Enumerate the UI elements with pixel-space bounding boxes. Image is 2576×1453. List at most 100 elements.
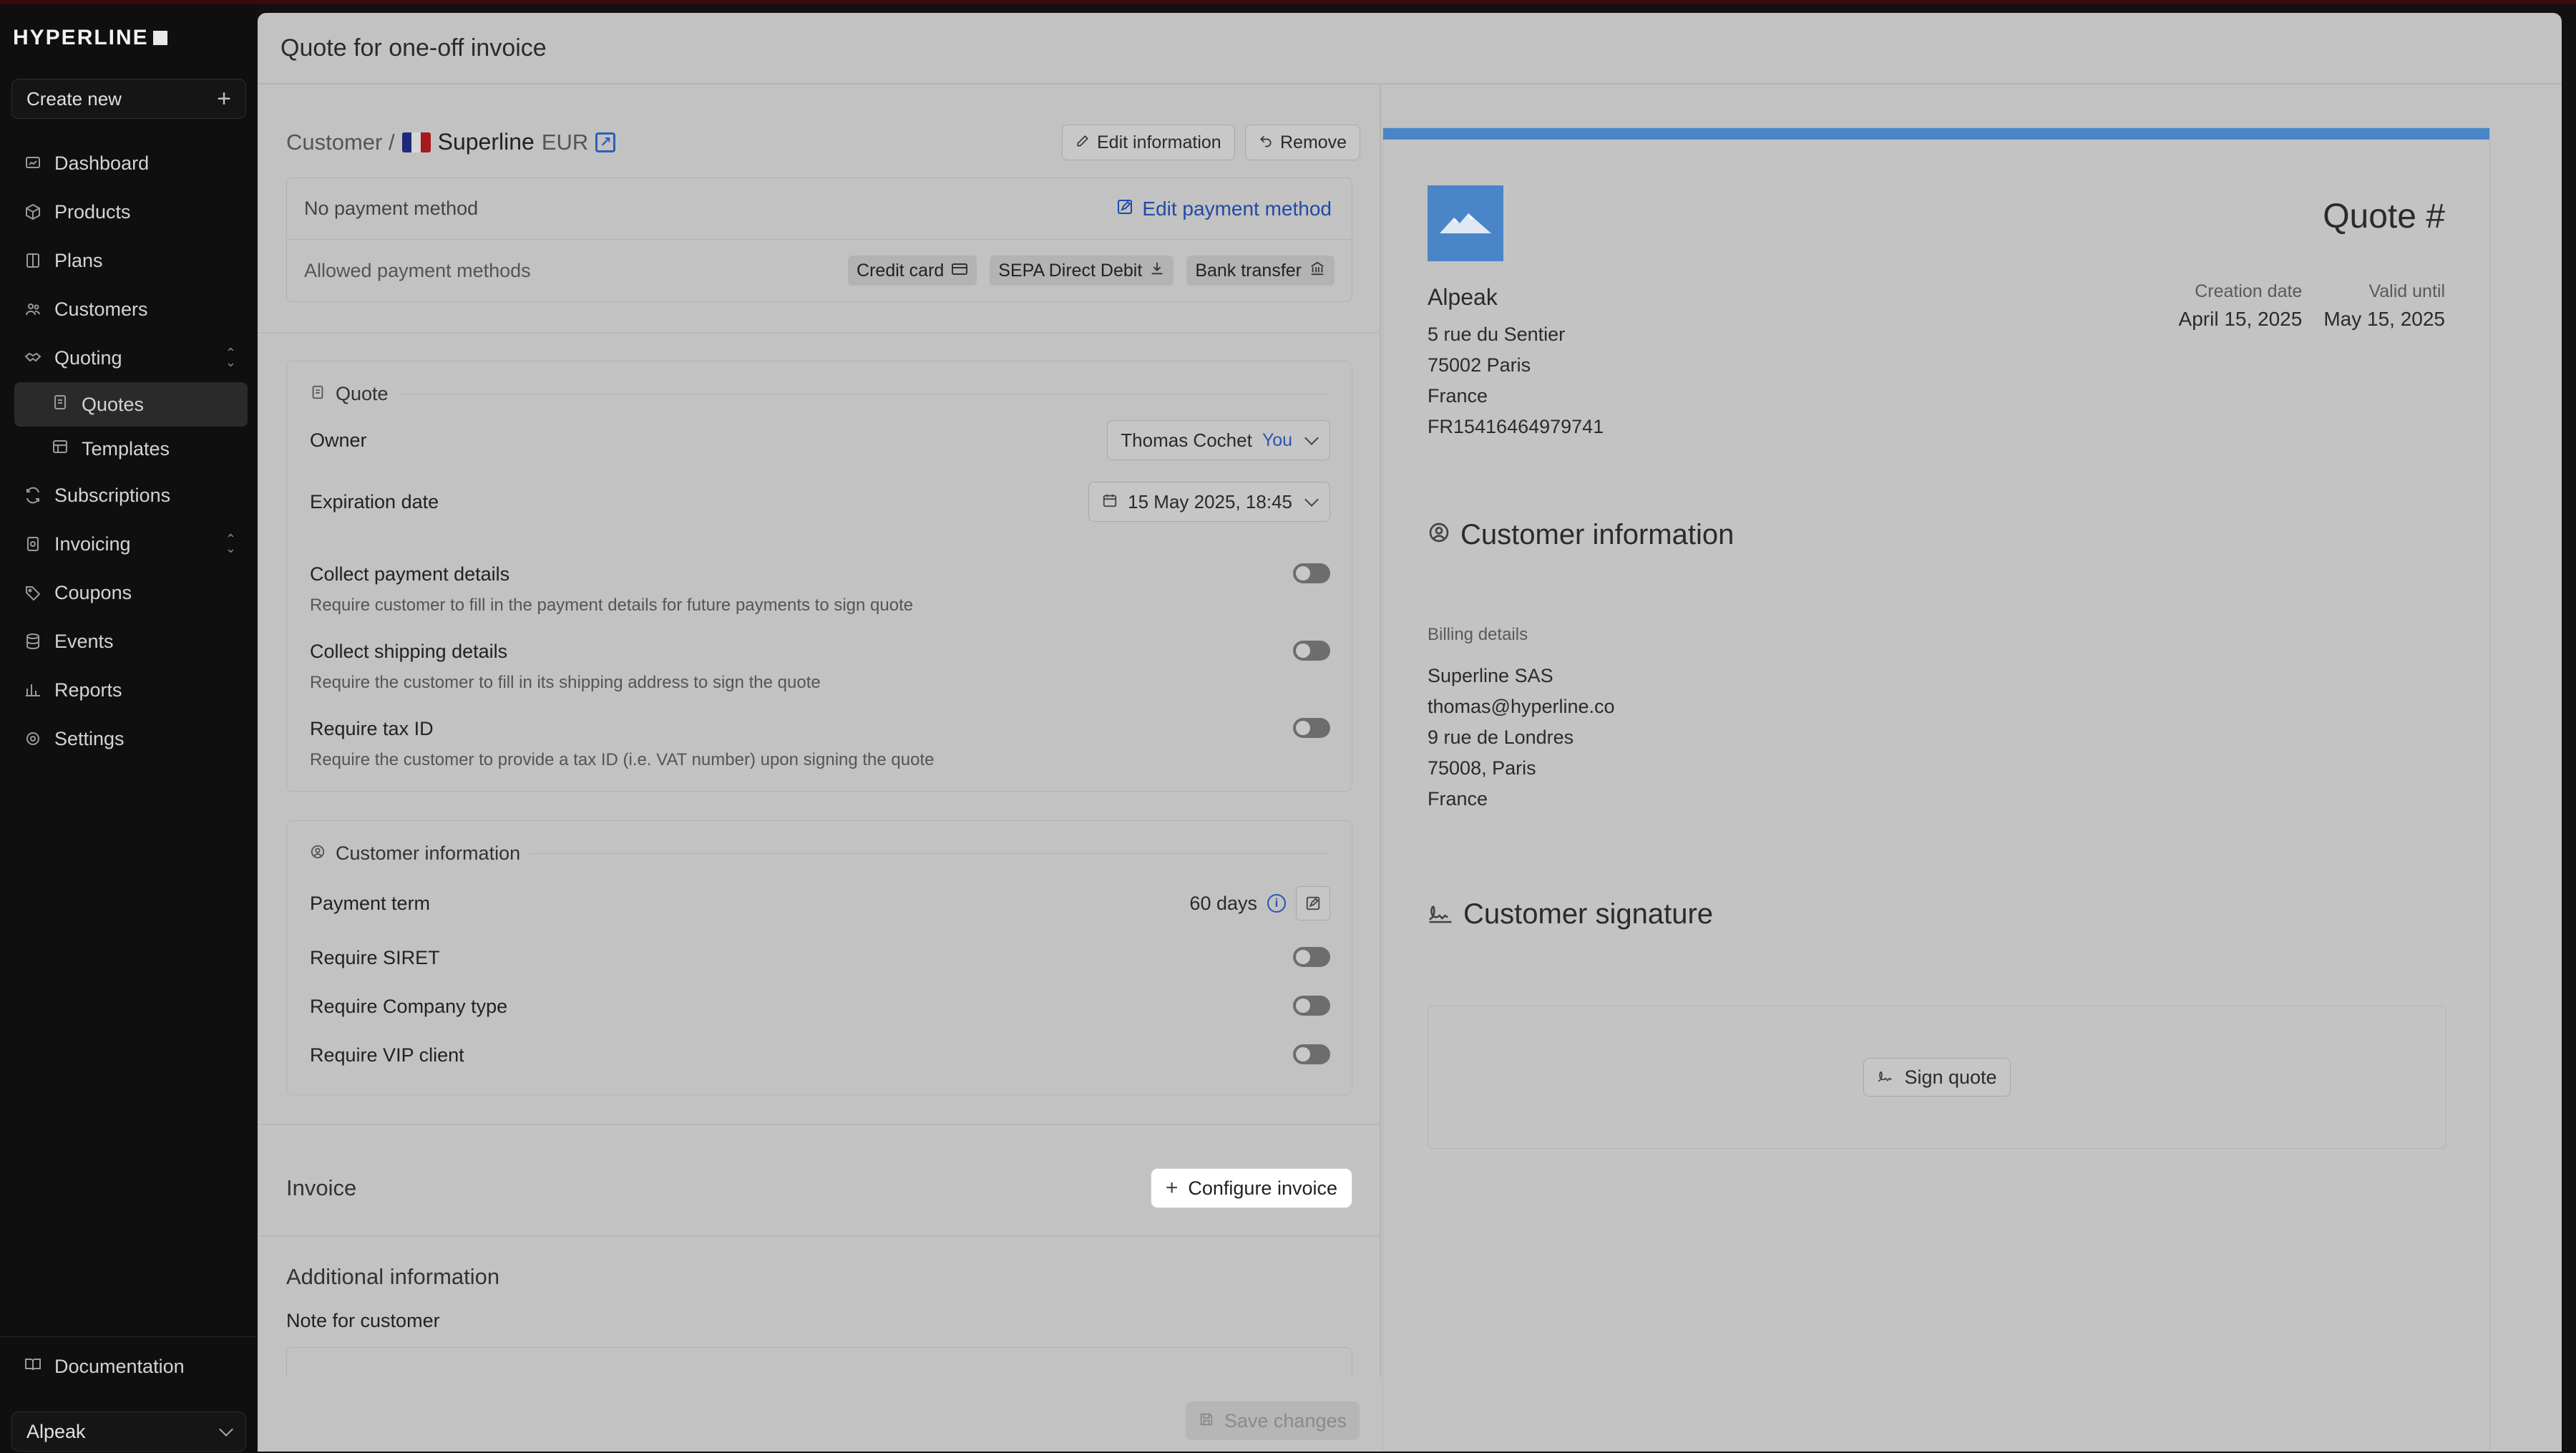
chip-label: Credit card <box>857 260 945 281</box>
chip-label: Bank transfer <box>1195 260 1302 281</box>
creation-date-value: April 15, 2025 <box>2178 308 2303 330</box>
sidebar-item-subscriptions[interactable]: Subscriptions <box>14 471 248 520</box>
tax-id-description: Require the customer to provide a tax ID… <box>310 750 935 769</box>
edit-payment-method-link[interactable]: Edit payment method <box>1116 198 1332 220</box>
require-siret-label: Require SIRET <box>310 947 440 968</box>
create-new-button[interactable]: Create new + <box>11 79 246 119</box>
remove-label: Remove <box>1280 132 1347 152</box>
sidebar-item-quoting[interactable]: Quoting ⌃ ⌄ <box>14 334 248 382</box>
users-icon <box>24 301 42 318</box>
calendar-icon <box>1102 491 1118 513</box>
invoice-section: Invoice + Configure invoice <box>286 1165 1352 1211</box>
save-changes-button[interactable]: Save changes <box>1185 1401 1360 1440</box>
divider <box>258 1124 1381 1125</box>
billing-country: France <box>1428 788 1488 810</box>
chart-icon <box>24 681 42 699</box>
customer-info-title: Customer information <box>336 842 521 864</box>
payment-chip-credit-card: Credit card <box>848 256 977 286</box>
customer-information-heading: Customer information <box>1428 519 1734 551</box>
sidebar-item-label: Events <box>54 630 114 652</box>
collect-shipping-toggle[interactable] <box>1293 641 1330 661</box>
company-name: Alpeak <box>1428 284 1498 310</box>
configure-invoice-label: Configure invoice <box>1188 1177 1337 1199</box>
plus-icon: + <box>1165 1176 1179 1200</box>
quote-document: Quote # Alpeak 5 rue du Sentier 75002 Pa… <box>1382 127 2490 1452</box>
documentation-link[interactable]: Documentation <box>24 1356 185 1378</box>
customer-information-card: Customer information Payment term 60 day… <box>286 820 1352 1095</box>
expiration-value: 15 May 2025, 18:45 <box>1128 490 1292 512</box>
sidebar-item-label: Customers <box>54 298 148 320</box>
company-country: France <box>1428 385 1488 407</box>
customer-signature-heading-text: Customer signature <box>1463 898 1714 930</box>
edit-information-button[interactable]: Edit information <box>1062 125 1235 160</box>
chevron-updown-icon: ⌃ ⌄ <box>225 346 236 369</box>
valid-until-value: May 15, 2025 <box>2323 308 2445 330</box>
customer-name[interactable]: Superline <box>438 129 535 155</box>
save-changes-label: Save changes <box>1224 1409 1347 1432</box>
require-siret-toggle[interactable] <box>1293 947 1330 967</box>
quote-dates: Creation date April 15, 2025 Valid until… <box>2179 281 2445 331</box>
payment-chip-bank: Bank transfer <box>1186 256 1335 286</box>
book-icon <box>24 1356 42 1378</box>
download-icon <box>1149 261 1165 281</box>
file-icon <box>310 383 326 405</box>
sidebar-item-label: Invoicing <box>54 533 131 555</box>
save-icon <box>1199 1410 1214 1432</box>
invoice-title: Invoice <box>286 1175 357 1200</box>
payment-method-chips: Credit card SEPA Direct Debit Bank trans… <box>848 256 1335 286</box>
billing-details: Superline SAS thomas@hyperline.co 9 rue … <box>1428 661 1615 815</box>
logo-square-icon <box>152 31 167 45</box>
owner-select[interactable]: Thomas Cochet You <box>1107 420 1330 460</box>
require-vip-toggle[interactable] <box>1293 1044 1330 1064</box>
sidebar-item-plans[interactable]: Plans <box>14 236 248 285</box>
app-logo[interactable]: HYPERLINE <box>13 26 167 50</box>
info-icon[interactable]: i <box>1267 894 1286 913</box>
sidebar-item-reports[interactable]: Reports <box>14 666 248 714</box>
billing-name: Superline SAS <box>1428 665 1553 686</box>
create-new-label: Create new <box>26 87 122 110</box>
window-top-line <box>0 0 2576 4</box>
sidebar-item-invoicing[interactable]: Invoicing ⌃ ⌄ <box>14 520 248 568</box>
sidebar-item-label: Quotes <box>82 393 145 415</box>
sign-quote-button[interactable]: Sign quote <box>1863 1058 2011 1097</box>
sidebar-nav: Dashboard Products Plans Customers Quoti… <box>14 139 248 763</box>
collect-payment-label: Collect payment details <box>310 563 510 585</box>
sidebar-item-quotes[interactable]: Quotes <box>14 382 248 427</box>
sidebar-item-events[interactable]: Events <box>14 617 248 666</box>
sidebar-item-dashboard[interactable]: Dashboard <box>14 139 248 188</box>
sign-quote-label: Sign quote <box>1904 1066 1997 1088</box>
expiration-date-picker[interactable]: 15 May 2025, 18:45 <box>1088 482 1330 522</box>
no-payment-method-text: No payment method <box>304 198 479 219</box>
document-accent-bar <box>1383 128 2489 140</box>
sidebar-item-coupons[interactable]: Coupons <box>14 568 248 617</box>
sidebar-item-products[interactable]: Products <box>14 188 248 236</box>
expiration-field: Expiration date 15 May 2025, 18:45 <box>310 482 1330 522</box>
chevron-down-icon <box>219 1422 233 1437</box>
external-link-icon[interactable]: ↗ <box>595 132 616 152</box>
configure-invoice-button[interactable]: + Configure invoice <box>1150 1168 1352 1208</box>
sidebar-item-label: Dashboard <box>54 152 150 174</box>
company-address-line: 5 rue du Sentier <box>1428 324 1566 345</box>
remove-button[interactable]: Remove <box>1245 125 1361 160</box>
sidebar-item-settings[interactable]: Settings <box>14 714 248 763</box>
org-switcher[interactable]: Alpeak <box>11 1411 246 1452</box>
collect-shipping-label: Collect shipping details <box>310 641 508 662</box>
sidebar-item-label: Plans <box>54 249 103 271</box>
divider <box>258 332 1381 334</box>
require-vip-label: Require VIP client <box>310 1044 464 1066</box>
sidebar-item-customers[interactable]: Customers <box>14 285 248 334</box>
collect-payment-toggle[interactable] <box>1293 563 1330 583</box>
layout-icon <box>52 438 69 460</box>
require-company-type-toggle[interactable] <box>1293 996 1330 1016</box>
payment-chip-sepa: SEPA Direct Debit <box>990 256 1174 286</box>
owner-value: Thomas Cochet <box>1121 429 1252 451</box>
sidebar-item-label: Quoting <box>54 346 122 369</box>
payment-term-value: 60 days <box>1189 892 1257 914</box>
sidebar-item-templates[interactable]: Templates <box>14 427 248 471</box>
sidebar-divider <box>0 1336 256 1337</box>
billing-details-label: Billing details <box>1428 625 1528 644</box>
tax-id-toggle[interactable] <box>1293 718 1330 738</box>
signature-area: Sign quote <box>1428 1006 2446 1149</box>
payment-method-box: No payment method Edit payment method Al… <box>286 178 1352 302</box>
edit-payment-term-button[interactable] <box>1296 886 1330 920</box>
